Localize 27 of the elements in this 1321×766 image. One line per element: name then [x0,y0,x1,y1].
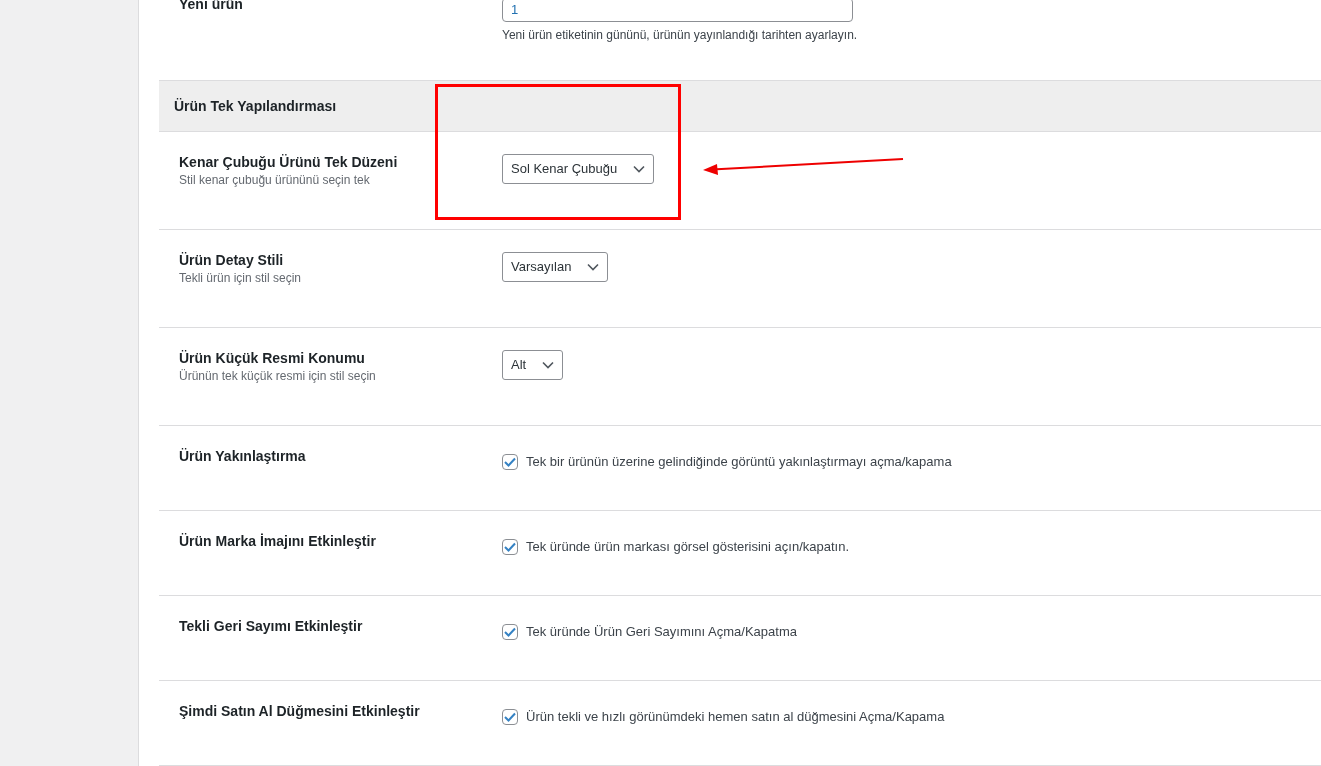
setting-label: Ürün Marka İmajını Etkinleştir [179,533,377,550]
checkbox-label: Tek bir ürünün üzerine gelindiğinde görüntü yakınlaştırmayı açma/kapama [526,453,952,471]
setting-label: Şimdi Satın Al Düğmesini Etkinleştir [179,703,421,720]
checkbox[interactable] [502,453,518,470]
setting-label: Ürün Detay Stili [179,252,285,269]
setting-description: Tekli ürün için stil seçin [179,269,303,287]
setting-label: Kenar Çubuğu Ürünü Tek Düzeni [179,154,399,171]
caret-icon [542,361,555,369]
checkbox[interactable] [502,623,518,640]
checkbox-label: Tek üründe Ürün Geri Sayımını Açma/Kapatma [526,623,797,641]
setting-description: Stil kenar çubuğu ürününü seçin tek [179,171,371,189]
caret-icon [633,165,646,173]
help-text: Yeni ürün etiketinin gününü, ürünün yayınlandığı tarihten ayarlayın. [502,26,858,44]
setting-label: Ürün Yakınlaştırma [179,448,307,465]
select-dropdown[interactable]: Sol Kenar Çubuğu [502,154,655,184]
select-dropdown[interactable]: Varsayılan [502,252,609,282]
setting-label: Tekli Geri Sayımı Etkinleştir [179,618,364,635]
setting-description: Ürünün tek küçük resmi için stil seçin [179,367,377,385]
setting-label: Ürün Küçük Resmi Konumu [179,350,366,367]
checkbox[interactable] [502,538,518,555]
number-field[interactable]: 1 [502,0,853,22]
section-header: Ürün Tek Yapılandırması [159,80,1321,132]
caret-icon [587,263,600,271]
select-dropdown[interactable]: Alt [502,350,564,380]
checkbox-label: Ürün tekli ve hızlı görünümdeki hemen satın al düğmesini Açma/Kapama [526,708,945,726]
checkbox-label: Tek üründe ürün markası görsel gösterisini açın/kapatın. [526,538,849,556]
checkbox[interactable] [502,708,518,725]
